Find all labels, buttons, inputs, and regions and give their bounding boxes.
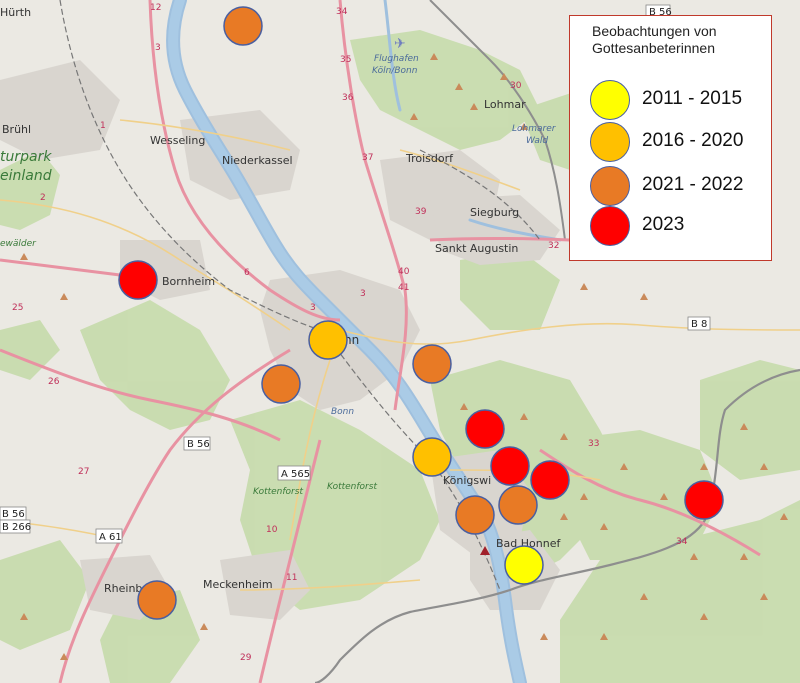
- observation-marker[interactable]: [223, 6, 263, 46]
- legend-label: 2023: [642, 214, 685, 235]
- svg-text:36: 36: [342, 93, 354, 103]
- svg-text:30: 30: [510, 81, 522, 91]
- svg-text:29: 29: [240, 653, 252, 663]
- legend-item-2023: 2023: [590, 206, 770, 246]
- observation-marker[interactable]: [498, 485, 538, 525]
- svg-text:37: 37: [362, 153, 373, 163]
- svg-text:40: 40: [398, 267, 410, 277]
- svg-text:34: 34: [336, 7, 348, 17]
- label-wesseling: Wesseling: [150, 134, 205, 147]
- label-airport-2: Köln/Bonn: [372, 66, 418, 76]
- observation-marker[interactable]: [412, 344, 452, 384]
- label-huerth: Hürth: [0, 6, 31, 19]
- legend-label: 2011 - 2015: [642, 88, 743, 109]
- svg-text:35: 35: [340, 55, 351, 65]
- svg-text:26: 26: [48, 377, 60, 387]
- shield-a61: A 61: [95, 528, 123, 544]
- legend-label: 2021 - 2022: [642, 174, 744, 195]
- label-kottenforst: Kottenforst: [327, 482, 377, 492]
- legend-item-2011-2015: 2011 - 2015: [590, 80, 770, 120]
- observation-marker[interactable]: [261, 364, 301, 404]
- legend-item-2021-2022: 2021 - 2022: [590, 166, 770, 206]
- label-waelder: ewälder: [0, 239, 37, 249]
- label-koenigswinter: Königswi: [443, 474, 491, 487]
- shield-b56-left: B 56: [0, 506, 27, 521]
- svg-text:1: 1: [100, 121, 106, 131]
- label-lohmarer-2: Wald: [526, 136, 548, 146]
- svg-text:39: 39: [415, 207, 427, 217]
- observation-marker[interactable]: [490, 446, 530, 486]
- label-bonn-district: Bonn: [331, 407, 354, 417]
- label-naturpark-2: einland: [0, 168, 52, 184]
- label-niederkassel: Niederkassel: [222, 154, 293, 167]
- observation-marker[interactable]: [455, 495, 495, 535]
- legend-swatch: [590, 80, 630, 120]
- label-naturpark-1: turpark: [0, 149, 52, 165]
- observation-marker[interactable]: [504, 545, 544, 585]
- svg-text:32: 32: [548, 241, 559, 251]
- svg-text:25: 25: [12, 303, 23, 313]
- legend-title-line1: Beobachtungen von: [592, 23, 717, 39]
- label-meckenheim: Meckenheim: [203, 578, 273, 591]
- shield-b266: B 266: [0, 519, 31, 534]
- legend-swatch: [590, 206, 630, 246]
- legend-title-line2: Gottesanbeterinnen: [592, 40, 715, 56]
- svg-text:11: 11: [286, 573, 297, 583]
- legend-item-2016-2020: 2016 - 2020: [590, 122, 770, 162]
- observation-marker[interactable]: [137, 580, 177, 620]
- svg-text:34: 34: [676, 537, 688, 547]
- label-sankt-augustin: Sankt Augustin: [435, 242, 518, 255]
- shield-b56: B 56: [183, 436, 211, 451]
- svg-text:A 61: A 61: [99, 532, 122, 543]
- shield-b8: B 8: [687, 316, 711, 331]
- legend-label: 2016 - 2020: [642, 130, 744, 151]
- label-siegburg: Siegburg: [470, 206, 519, 219]
- svg-text:3: 3: [310, 303, 316, 313]
- legend-swatch: [590, 122, 630, 162]
- label-airport-1: Flughafen: [374, 54, 419, 64]
- svg-text:33: 33: [588, 439, 599, 449]
- label-bornheim: Bornheim: [162, 275, 215, 288]
- label-rheinbach: Rheinb: [104, 582, 142, 595]
- label-lohmarer-1: Lohmarer: [512, 124, 557, 134]
- label-troisdorf: Troisdorf: [405, 152, 454, 165]
- observation-marker[interactable]: [412, 437, 452, 477]
- legend-swatch: [590, 166, 630, 206]
- svg-text:41: 41: [398, 283, 409, 293]
- svg-text:B 8: B 8: [691, 319, 707, 330]
- svg-text:B 56: B 56: [2, 509, 25, 520]
- label-kottenforst-left: Kottenforst: [253, 487, 303, 497]
- legend-title: Beobachtungen von Gottesanbeterinnen: [592, 23, 768, 57]
- svg-text:2: 2: [40, 193, 46, 203]
- svg-text:3: 3: [360, 289, 366, 299]
- observation-marker[interactable]: [465, 409, 505, 449]
- observation-marker[interactable]: [308, 320, 348, 360]
- svg-text:B 56: B 56: [187, 439, 210, 450]
- label-lohmar: Lohmar: [484, 98, 526, 111]
- svg-text:A 565: A 565: [281, 469, 310, 480]
- label-bruehl: Brühl: [2, 123, 31, 136]
- svg-text:12: 12: [150, 3, 161, 13]
- svg-text:B 266: B 266: [2, 522, 31, 533]
- shield-a565: A 565: [277, 465, 311, 481]
- svg-text:10: 10: [266, 525, 278, 535]
- airport-icon: ✈: [394, 35, 406, 51]
- legend: Beobachtungen von Gottesanbeterinnen 201…: [569, 15, 772, 261]
- svg-text:6: 6: [244, 268, 250, 278]
- observation-marker[interactable]: [118, 260, 158, 300]
- svg-text:27: 27: [78, 467, 89, 477]
- observation-marker[interactable]: [684, 480, 724, 520]
- observation-marker[interactable]: [530, 460, 570, 500]
- svg-text:3: 3: [155, 43, 161, 53]
